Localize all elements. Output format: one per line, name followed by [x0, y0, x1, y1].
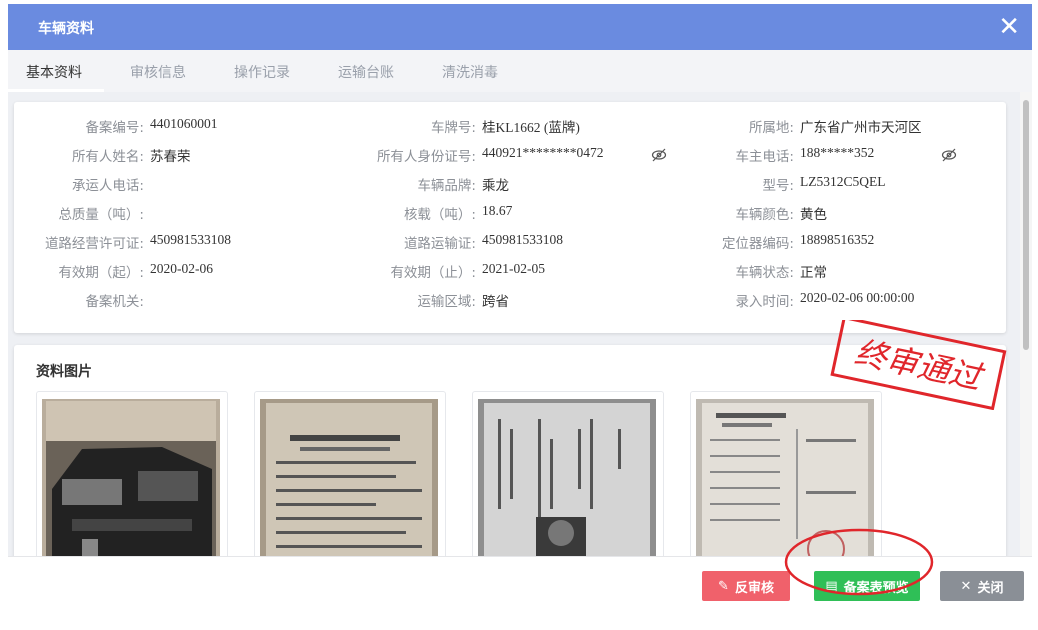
field-value: 18898516352: [800, 232, 875, 247]
unaudit-label: 反审核: [734, 580, 774, 596]
field-value: 乘龙: [482, 178, 509, 193]
field-label: 所属地:: [748, 120, 794, 136]
tab-operation-log[interactable]: 操作记录: [234, 62, 290, 82]
close-button[interactable]: ✕ 关闭: [940, 571, 1024, 601]
content-scrollbar[interactable]: [1020, 92, 1032, 556]
close-label: 关闭: [977, 580, 1004, 596]
field-label: 备案机关:: [85, 294, 144, 310]
field-label: 录入时间:: [735, 294, 794, 310]
field-value: 188*****352: [800, 145, 875, 160]
field-value: 苏春荣: [150, 149, 191, 164]
info-row: 备案机关: 运输区域: 跨省 录入时间: 2020-02-06 00:00:00: [14, 290, 1006, 314]
field-label: 车牌号:: [430, 120, 476, 136]
field-value: 2020-02-06: [150, 261, 213, 276]
tab-basic-info[interactable]: 基本资料: [26, 62, 82, 82]
field-label: 车主电话:: [735, 149, 794, 165]
field-value: LZ5312C5QEL: [800, 174, 886, 189]
field-label: 总质量（吨）:: [58, 207, 144, 223]
info-row: 备案编号: 4401060001 车牌号: 桂KL1662 (蓝牌) 所属地: …: [14, 116, 1006, 140]
info-row: 道路经营许可证: 450981533108 道路运输证: 45098153310…: [14, 232, 1006, 256]
image-thumbnail-vehicle-license[interactable]: [254, 391, 446, 573]
thumbnail-image: [42, 399, 220, 569]
unaudit-button[interactable]: ✎ 反审核: [702, 571, 790, 601]
field-label: 车辆状态:: [735, 265, 794, 281]
field-label: 运输区域:: [417, 294, 476, 310]
tab-audit-info[interactable]: 审核信息: [130, 62, 186, 82]
tab-transport-ledger[interactable]: 运输台账: [338, 62, 394, 82]
info-row: 有效期（起）: 2020-02-06 有效期（止）: 2021-02-05 车辆…: [14, 261, 1006, 285]
field-value: 2021-02-05: [482, 261, 545, 276]
field-value: 2020-02-06 00:00:00: [800, 290, 915, 305]
field-label: 承运人电话:: [71, 178, 144, 194]
field-value: 跨省: [482, 294, 509, 309]
field-value: 4401060001: [150, 116, 218, 131]
vehicle-info-dialog: 车辆资料 ✕ 基本资料 审核信息 操作记录 运输台账 清洗消毒 备案编号: 44…: [8, 4, 1032, 610]
tab-bar: 基本资料 审核信息 操作记录 运输台账 清洗消毒: [8, 50, 1032, 93]
images-section-title: 资料图片: [36, 364, 92, 380]
field-label: 备案编号:: [85, 120, 144, 136]
dialog-header: 车辆资料 ✕: [8, 4, 1032, 50]
thumbnail-image: [260, 399, 438, 569]
field-value: 450981533108: [482, 232, 563, 247]
field-value: 黄色: [800, 207, 827, 222]
close-icon[interactable]: ✕: [998, 12, 1020, 42]
field-label: 型号:: [762, 178, 794, 194]
eye-slash-icon[interactable]: [651, 147, 667, 163]
field-label: 所有人身份证号:: [376, 149, 476, 165]
field-label: 核载（吨）:: [403, 207, 476, 223]
field-label: 车辆颜色:: [735, 207, 794, 223]
field-label: 有效期（止）:: [390, 265, 476, 281]
field-value: 440921********0472: [482, 145, 604, 160]
basic-info-card: 备案编号: 4401060001 车牌号: 桂KL1662 (蓝牌) 所属地: …: [14, 102, 1006, 333]
field-label: 定位器编码:: [721, 236, 794, 252]
close-small-icon: ✕: [960, 578, 972, 594]
field-label: 道路运输证:: [403, 236, 476, 252]
field-value: 广东省广州市天河区: [800, 120, 922, 135]
field-label: 有效期（起）:: [58, 265, 144, 281]
field-value: 桂KL1662 (蓝牌): [482, 120, 580, 135]
field-value: 正常: [800, 265, 827, 280]
thumbnail-image: [478, 399, 656, 569]
info-row: 承运人电话: 车辆品牌: 乘龙 型号: LZ5312C5QEL: [14, 174, 1006, 198]
image-thumbnail-vehicle-photo[interactable]: [36, 391, 228, 573]
info-row: 所有人姓名: 苏春荣 所有人身份证号: 440921********0472 车…: [14, 145, 1006, 169]
info-row: 总质量（吨）: 核载（吨）: 18.67 车辆颜色: 黄色: [14, 203, 1006, 227]
dialog-title: 车辆资料: [38, 21, 94, 37]
image-thumbnail-id-card[interactable]: [472, 391, 664, 573]
eye-slash-icon[interactable]: [941, 147, 957, 163]
scrollbar-thumb[interactable]: [1023, 100, 1029, 350]
final-approval-stamp: 终审通过: [830, 320, 1007, 410]
field-label: 车辆品牌:: [417, 178, 476, 194]
field-value: 18.67: [482, 203, 513, 218]
field-label: 道路经营许可证:: [44, 236, 144, 252]
edit-icon: ✎: [718, 578, 729, 594]
tab-cleaning-disinfection[interactable]: 清洗消毒: [442, 62, 498, 82]
highlight-circle: [784, 528, 934, 596]
field-value: 450981533108: [150, 232, 231, 247]
field-label: 所有人姓名:: [71, 149, 144, 165]
